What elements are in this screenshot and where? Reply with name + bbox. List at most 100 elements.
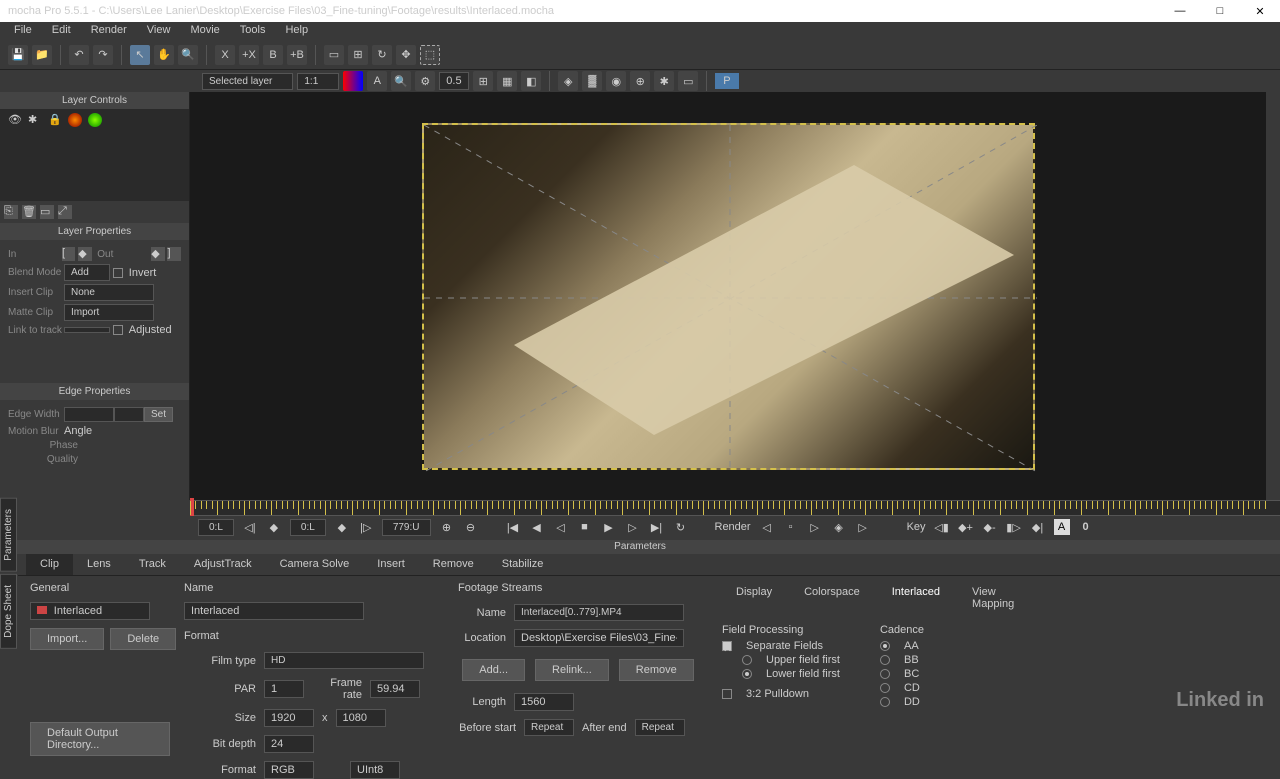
- cadence-bb[interactable]: [880, 655, 890, 665]
- frame-in[interactable]: 0:L: [290, 519, 326, 536]
- set-btn[interactable]: Set: [144, 407, 173, 422]
- separate-check[interactable]: ✕: [722, 641, 732, 651]
- before-select[interactable]: Repeat: [524, 719, 574, 736]
- key-prev-icon[interactable]: ◁▮: [934, 519, 950, 535]
- delete-button[interactable]: Delete: [110, 628, 176, 650]
- zoom-out-icon[interactable]: ⊖: [463, 519, 479, 535]
- adjusted-check[interactable]: [113, 325, 123, 335]
- star-icon[interactable]: ✱: [654, 71, 674, 91]
- render-back-icon[interactable]: ◁: [759, 519, 775, 535]
- add-button[interactable]: Add...: [462, 659, 525, 681]
- rect-tool-icon[interactable]: ▭: [324, 45, 344, 65]
- render-stop-icon[interactable]: ▫: [783, 519, 799, 535]
- menu-file[interactable]: File: [4, 22, 42, 40]
- uint-input[interactable]: [350, 761, 400, 779]
- tab-lens[interactable]: Lens: [73, 554, 125, 575]
- minimize-button[interactable]: —: [1160, 0, 1200, 22]
- render-all-icon[interactable]: ◈: [831, 519, 847, 535]
- clip-name-input[interactable]: [184, 602, 364, 620]
- insert-clip[interactable]: None: [64, 284, 154, 301]
- side-tab-parameters[interactable]: Parameters: [0, 498, 17, 572]
- play-back-icon[interactable]: ◁: [553, 519, 569, 535]
- eye-icon[interactable]: 👁: [8, 113, 22, 127]
- zoom-tool-icon[interactable]: 🔍: [178, 45, 198, 65]
- undo-icon[interactable]: ↶: [69, 45, 89, 65]
- subtab-display[interactable]: Display: [722, 582, 786, 614]
- zoom-in-icon[interactable]: ⊕: [439, 519, 455, 535]
- remove-button[interactable]: Remove: [619, 659, 694, 681]
- length-input[interactable]: [514, 693, 574, 711]
- maximize-button[interactable]: □: [1200, 0, 1240, 22]
- group-icon[interactable]: ▭: [40, 205, 54, 219]
- go-start-icon[interactable]: |◀: [505, 519, 521, 535]
- viewport[interactable]: [190, 92, 1266, 500]
- bitdepth-input[interactable]: [264, 735, 314, 753]
- edge-width[interactable]: [64, 407, 114, 422]
- gear-icon[interactable]: ⚙: [415, 71, 435, 91]
- clip-select[interactable]: Interlaced: [30, 602, 150, 620]
- key2-icon[interactable]: ◆: [334, 519, 350, 535]
- arrow-tool-icon[interactable]: ↖: [130, 45, 150, 65]
- menu-edit[interactable]: Edit: [42, 22, 81, 40]
- link-track[interactable]: [64, 327, 110, 333]
- cadence-bc[interactable]: [880, 669, 890, 679]
- height-input[interactable]: [336, 709, 386, 727]
- render-fwd-icon[interactable]: ▷: [807, 519, 823, 535]
- x-spline-icon[interactable]: X: [215, 45, 235, 65]
- layer-grid-icon[interactable]: ▦: [497, 71, 517, 91]
- framerate-input[interactable]: [370, 680, 420, 698]
- film-type[interactable]: HD: [264, 652, 424, 669]
- lock-icon[interactable]: 🔍: [391, 71, 411, 91]
- frame-current[interactable]: 779:U: [382, 519, 431, 536]
- key-next-icon[interactable]: ▮▷: [1006, 519, 1022, 535]
- par-input[interactable]: [264, 680, 304, 698]
- footage-name[interactable]: Interlaced[0..779].MP4: [514, 604, 684, 621]
- in-btn[interactable]: [: [62, 247, 75, 261]
- zero-btn[interactable]: 0: [1078, 519, 1094, 535]
- grid-icon[interactable]: ⊞: [473, 71, 493, 91]
- gear-small-icon[interactable]: ✱: [28, 113, 42, 127]
- menu-help[interactable]: Help: [275, 22, 318, 40]
- matte-clip[interactable]: Import: [64, 304, 154, 321]
- render-end-icon[interactable]: ▷: [855, 519, 871, 535]
- edge-width2[interactable]: [114, 407, 144, 422]
- bezier-icon[interactable]: B: [263, 45, 283, 65]
- key-last-icon[interactable]: ◆|: [1030, 519, 1046, 535]
- cadence-dd[interactable]: [880, 697, 890, 707]
- invert-check[interactable]: [113, 268, 123, 278]
- spot-icon[interactable]: ◉: [606, 71, 626, 91]
- loop-icon[interactable]: ↻: [673, 519, 689, 535]
- key-add-icon[interactable]: ◆+: [958, 519, 974, 535]
- expand-icon[interactable]: ⤢: [58, 205, 72, 219]
- upper-radio[interactable]: [742, 655, 752, 665]
- frame-start[interactable]: 0:L: [198, 519, 234, 536]
- menu-tools[interactable]: Tools: [230, 22, 276, 40]
- menu-render[interactable]: Render: [81, 22, 137, 40]
- tab-camerasolve[interactable]: Camera Solve: [266, 554, 364, 575]
- key-icon[interactable]: ◆: [266, 519, 282, 535]
- marquee-icon[interactable]: ⬚: [420, 45, 440, 65]
- pulldown-check[interactable]: [722, 689, 732, 699]
- color1-icon[interactable]: [68, 113, 82, 127]
- relink-button[interactable]: Relink...: [535, 659, 609, 681]
- out-btn[interactable]: ]: [167, 247, 180, 261]
- out-key[interactable]: ◆: [151, 247, 164, 261]
- rotate-icon[interactable]: ↻: [372, 45, 392, 65]
- layer-select[interactable]: Selected layer: [202, 73, 293, 90]
- p-button[interactable]: P: [715, 73, 738, 89]
- tab-clip[interactable]: Clip: [26, 554, 73, 575]
- out-icon[interactable]: |▷: [358, 519, 374, 535]
- color-icon[interactable]: [343, 71, 363, 91]
- save-icon[interactable]: 💾: [8, 45, 28, 65]
- text-a-icon[interactable]: A: [367, 71, 387, 91]
- alpha-value[interactable]: 0.5: [439, 72, 469, 90]
- menu-movie[interactable]: Movie: [180, 22, 229, 40]
- after-select[interactable]: Repeat: [635, 719, 685, 736]
- open-icon[interactable]: 📁: [32, 45, 52, 65]
- menu-view[interactable]: View: [137, 22, 181, 40]
- tab-track[interactable]: Track: [125, 554, 180, 575]
- subtab-interlaced[interactable]: Interlaced: [878, 582, 954, 614]
- alpha-icon[interactable]: ◧: [521, 71, 541, 91]
- subtab-colorspace[interactable]: Colorspace: [790, 582, 874, 614]
- mesh-icon[interactable]: ⊕: [630, 71, 650, 91]
